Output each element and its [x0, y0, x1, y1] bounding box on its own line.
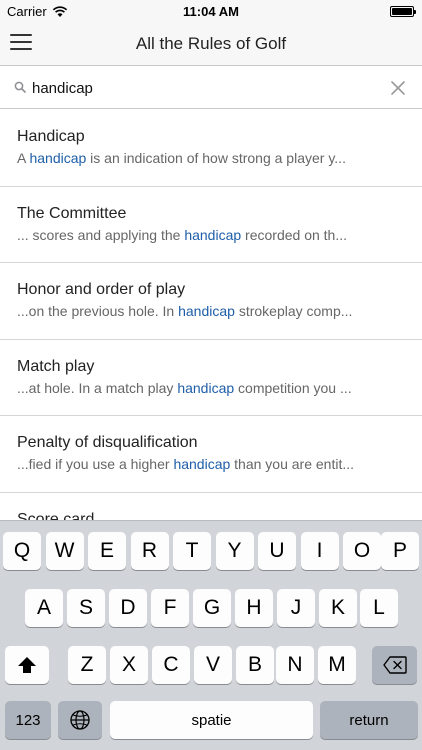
key-n[interactable]: N [276, 646, 314, 684]
key-l[interactable]: L [360, 589, 398, 627]
key-x[interactable]: X [110, 646, 148, 684]
backspace-icon [382, 656, 407, 674]
key-i[interactable]: I [300, 532, 339, 570]
result-snippet: ...on the previous hole. In handicap str… [17, 303, 353, 319]
key-j[interactable]: J [277, 589, 315, 627]
nav-bar: All the Rules of Golf [0, 22, 422, 66]
hamburger-menu-icon[interactable] [10, 34, 32, 54]
key-t[interactable]: T [173, 532, 211, 570]
key-f[interactable]: F [151, 589, 189, 627]
result-title: The Committee [17, 204, 127, 222]
result-snippet: ...at hole. In a match play handicap com… [17, 379, 352, 396]
shift-key[interactable] [5, 646, 49, 684]
status-bar: Carrier 11:04 AM [0, 0, 422, 22]
result-item-honor-and-order[interactable]: Honor and order of play ...on the previo… [0, 263, 422, 340]
onscreen-keyboard: Q W E R T Y U I O P A S D F G H J K L Z … [0, 520, 422, 750]
key-w[interactable]: W [45, 532, 84, 570]
result-item-handicap[interactable]: Handicap A handicap is an indication of … [0, 110, 422, 187]
result-title: Match play [17, 357, 95, 375]
globe-key[interactable] [58, 701, 102, 739]
key-c[interactable]: C [152, 646, 190, 684]
result-snippet: A handicap is an indication of how stron… [17, 150, 346, 166]
search-icon [14, 81, 26, 93]
result-snippet: ... scores and applying the handicap rec… [17, 226, 347, 243]
search-input[interactable] [32, 76, 372, 100]
numbers-key[interactable]: 123 [5, 701, 51, 739]
battery-icon [390, 6, 416, 17]
key-q[interactable]: Q [3, 532, 41, 570]
key-r[interactable]: R [130, 532, 169, 570]
globe-icon [70, 710, 90, 730]
key-g[interactable]: G [193, 589, 231, 627]
page-title: All the Rules of Golf [135, 34, 287, 53]
shift-arrow-icon [18, 657, 36, 673]
delete-key[interactable] [372, 646, 417, 684]
results-list: Handicap A handicap is an indication of … [0, 110, 422, 520]
result-item-match-play[interactable]: Match play ...at hole. In a match play h… [0, 340, 422, 416]
result-item-the-committee[interactable]: The Committee ... scores and applying th… [0, 187, 422, 263]
result-title: Honor and order of play [17, 281, 186, 298]
key-k[interactable]: K [319, 589, 357, 627]
key-v[interactable]: V [194, 646, 232, 684]
key-e[interactable]: E [88, 532, 126, 570]
key-d[interactable]: D [109, 589, 147, 627]
close-icon[interactable] [390, 80, 406, 96]
key-o[interactable]: O [343, 532, 381, 570]
result-title: Score card [17, 510, 95, 521]
result-title: Handicap [17, 128, 85, 145]
key-a[interactable]: A [25, 589, 63, 627]
key-p[interactable]: P [381, 532, 419, 570]
key-m[interactable]: M [318, 646, 356, 684]
return-key[interactable]: return [320, 701, 418, 739]
status-time: 11:04 AM [183, 4, 239, 19]
result-title: Penalty of disqualification [17, 434, 198, 451]
key-h[interactable]: H [235, 589, 273, 627]
key-y[interactable]: Y [215, 532, 254, 570]
result-item-penalty-of-disqualification[interactable]: Penalty of disqualification ...fied if y… [0, 416, 422, 493]
key-s[interactable]: S [67, 589, 105, 627]
result-snippet: ...fied if you use a higher handicap tha… [17, 456, 355, 472]
search-bar [0, 67, 422, 109]
space-key[interactable]: spatie [110, 701, 313, 739]
key-z[interactable]: Z [68, 646, 106, 684]
result-item-score-card[interactable]: Score card [0, 493, 422, 521]
key-b[interactable]: B [236, 646, 274, 684]
key-u[interactable]: U [258, 532, 296, 570]
